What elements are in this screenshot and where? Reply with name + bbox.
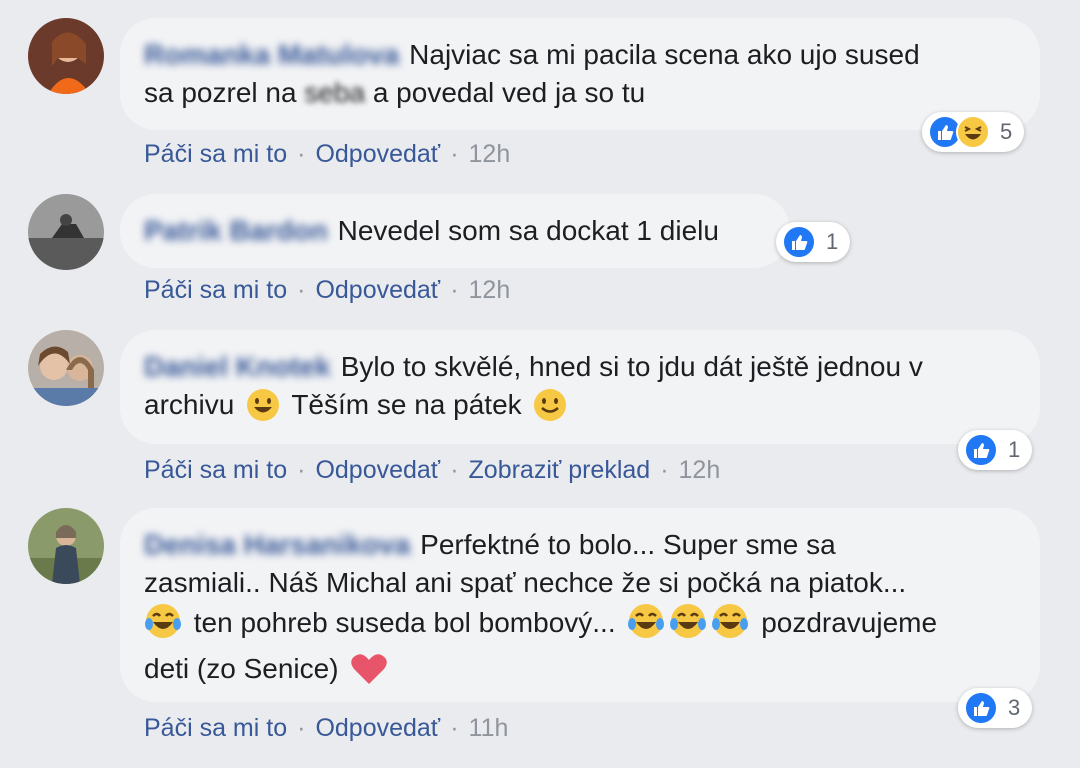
reply-link[interactable]: Odpovedať (315, 276, 440, 304)
avatar[interactable] (28, 508, 104, 584)
comment-text: Najviac sa mi pacila scena ako ujo sused (409, 39, 920, 70)
reaction-summary[interactable]: 5 (922, 112, 1025, 152)
separator: · (450, 140, 459, 168)
timestamp[interactable]: 11h (469, 714, 509, 742)
thumbs-up-icon (964, 433, 998, 467)
reply-link[interactable]: Odpovedať (315, 140, 440, 168)
comment-text: deti (zo Senice) (144, 653, 339, 684)
like-link[interactable]: Páči sa mi to (144, 140, 287, 168)
heart-icon (350, 652, 388, 696)
avatar[interactable] (28, 18, 104, 94)
smile-emoji-icon (533, 388, 567, 432)
thumbs-up-icon (782, 225, 816, 259)
timestamp[interactable]: 12h (469, 140, 511, 168)
separator: · (450, 456, 459, 484)
reaction-count: 3 (1008, 695, 1021, 720)
comment-text: a povedal ved ja so tu (365, 77, 646, 108)
comment-text: Bylo to skvělé, hned si to jdu dát ještě… (340, 351, 923, 382)
separator: · (297, 276, 306, 304)
comment-bubble: Denisa Harsanikova Perfektné to bolo... S… (120, 508, 1040, 702)
like-link[interactable]: Páči sa mi to (144, 276, 287, 304)
timestamp[interactable]: 12h (679, 456, 721, 484)
reply-link[interactable]: Odpovedať (315, 456, 440, 484)
separator: · (297, 714, 306, 742)
haha-icon (956, 115, 990, 149)
comment-bubble: Patrik Bardon Nevedel som sa dockat 1 die… (120, 194, 790, 268)
comment-bubble: Daniel Knotek Bylo to skvělé, hned si to … (120, 330, 1040, 444)
reaction-count: 1 (826, 229, 839, 254)
comment-author[interactable]: Daniel Knotek (144, 351, 331, 382)
comment-text: zasmiali.. Náš Michal ani spať nechce že… (144, 567, 907, 598)
comment-actions: Páči sa mi to · Odpovedať · Zobraziť preklad… (144, 456, 720, 485)
comment-text: Nevedel som sa dockat 1 dielu (337, 215, 719, 246)
separator: · (297, 456, 306, 484)
separator: · (450, 714, 459, 742)
tears-of-joy-icon (711, 602, 749, 650)
tears-of-joy-icon (627, 602, 665, 650)
like-link[interactable]: Páči sa mi to (144, 456, 287, 484)
tears-of-joy-icon (144, 602, 182, 650)
comment-text: sa pozrel na (144, 77, 305, 108)
comment-bubble: Romanka Matulova Najviac sa mi pacila sce… (120, 18, 1040, 130)
timestamp[interactable]: 12h (469, 276, 511, 304)
like-link[interactable]: Páči sa mi to (144, 714, 287, 742)
reply-link[interactable]: Odpovedať (315, 714, 440, 742)
translate-link[interactable]: Zobraziť preklad (469, 456, 651, 484)
reaction-count: 5 (1000, 119, 1013, 144)
reaction-summary[interactable]: 3 (958, 688, 1033, 728)
comment-actions: Páči sa mi to · Odpovedať · 12h (144, 140, 510, 169)
comment-text: pozdravujeme (761, 607, 938, 638)
thumbs-up-icon (964, 691, 998, 725)
reaction-count: 1 (1008, 437, 1021, 462)
smile-emoji-icon (246, 388, 280, 432)
comment-text: Těším se na pátek (291, 389, 522, 420)
avatar[interactable] (28, 194, 104, 270)
tears-of-joy-icon (669, 602, 707, 650)
comment-actions: Páči sa mi to · Odpovedať · 12h (144, 276, 510, 305)
avatar[interactable] (28, 330, 104, 406)
comment-text: seba (304, 77, 366, 108)
comment-author[interactable]: Patrik Bardon (144, 215, 328, 246)
comment-actions: Páči sa mi to · Odpovedať · 11h (144, 714, 508, 743)
reaction-summary[interactable]: 1 (958, 430, 1033, 470)
comment-text: ten pohreb suseda bol bombový... (193, 607, 616, 638)
separator: · (297, 140, 306, 168)
reaction-summary[interactable]: 1 (776, 222, 851, 262)
comment-text: Perfektné to bolo... Super sme sa (420, 529, 836, 560)
separator: · (450, 276, 459, 304)
comment-author[interactable]: Denisa Harsanikova (144, 529, 410, 560)
comment-text: archivu (144, 389, 235, 420)
comment-author[interactable]: Romanka Matulova (144, 39, 399, 70)
separator: · (660, 456, 669, 484)
